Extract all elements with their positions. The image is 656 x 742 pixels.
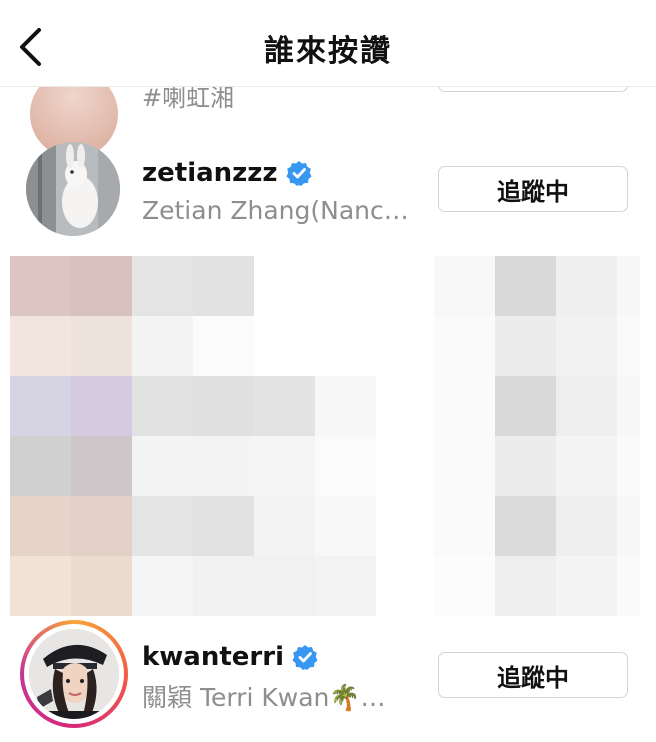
username[interactable]: kwanterri	[142, 642, 284, 672]
user-fullname: Zetian Zhang(Nanc…	[142, 196, 409, 225]
verified-badge-icon	[286, 161, 312, 186]
username[interactable]: zetianzzz	[142, 158, 278, 188]
avatar	[26, 142, 120, 236]
pixelated-mosaic-region	[10, 256, 640, 616]
verified-badge-icon	[292, 645, 318, 670]
header-bar: 誰來按讚	[0, 0, 656, 87]
following-button[interactable]: 追蹤中	[438, 166, 628, 212]
list-item[interactable]: zetianzzz Zetian Zhang(Nanc… 追蹤中	[0, 128, 656, 248]
rabbit-photo	[26, 142, 120, 236]
following-button[interactable]: 追蹤中	[438, 652, 628, 698]
user-handle-row[interactable]: kwanterri	[142, 642, 318, 672]
list-item[interactable]: kwanterri 關穎 Terri Kwan🌴… 追蹤中	[0, 618, 656, 738]
user-handle-row[interactable]: zetianzzz	[142, 158, 312, 188]
page-title: 誰來按讚	[264, 34, 392, 69]
user-fullname: 關穎 Terri Kwan🌴…	[142, 683, 386, 712]
